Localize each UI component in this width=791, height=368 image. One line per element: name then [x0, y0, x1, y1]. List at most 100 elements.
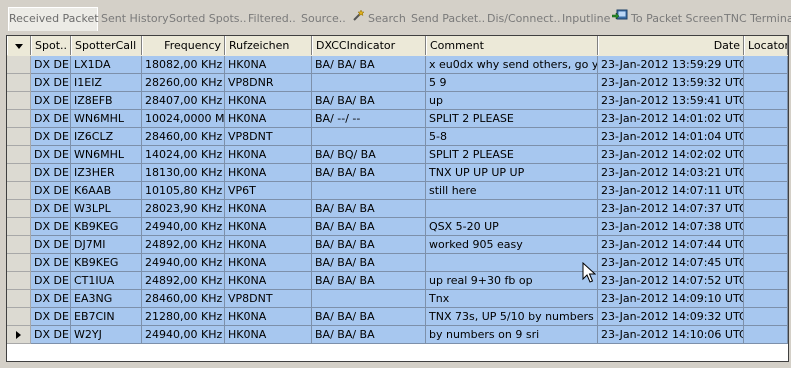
- comment-cell[interactable]: up: [426, 92, 598, 110]
- dxcc-indicator-cell[interactable]: BA/ BA/ BA: [312, 56, 426, 74]
- table-row[interactable]: DX DE EA3NG 28460,00 KHz VP8DNT Tnx 23-Jan-20…: [7, 290, 788, 308]
- date-cell[interactable]: 23-Jan-2012 13:59:32 UTC: [598, 74, 744, 92]
- comment-cell[interactable]: [426, 254, 598, 272]
- tab-tnc-terminal[interactable]: TNC Terminal: [724, 8, 791, 30]
- comment-cell[interactable]: SPLIT 2 PLEASE: [426, 110, 598, 128]
- spotter-call-cell[interactable]: WN6MHL: [71, 146, 142, 164]
- dxcc-indicator-cell[interactable]: BA/ BA/ BA: [312, 326, 426, 344]
- spot-type-cell[interactable]: DX DE: [31, 308, 71, 326]
- tab-sorted-spots[interactable]: Sorted Spots..: [169, 8, 247, 30]
- table-row[interactable]: DX DEWN6MHL10024,0000 M...HK0NABA/ --/ -…: [7, 110, 788, 128]
- spot-type-cell[interactable]: DX DE: [31, 146, 71, 164]
- tab-send-packet[interactable]: Send Packet..: [411, 8, 485, 30]
- dxcc-indicator-cell[interactable]: BA/ BQ/ BA: [312, 146, 426, 164]
- comment-cell[interactable]: 5-8: [426, 128, 598, 146]
- date-cell[interactable]: 23-Jan-2012 14:07:38 UTC: [598, 218, 744, 236]
- row-selector[interactable]: [7, 164, 31, 182]
- rufzeichen-cell[interactable]: VP6T: [225, 182, 312, 200]
- comment-cell[interactable]: Tnx: [426, 290, 598, 308]
- spot-type-cell[interactable]: DX DE: [31, 272, 71, 290]
- table-row[interactable]: DX DE EB7CIN 21280,00 KHz HK0NA BA/ BA/ BA TN…: [7, 308, 788, 326]
- rufzeichen-cell[interactable]: HK0NA: [225, 236, 312, 254]
- spotter-call-cell[interactable]: W2YJ: [71, 326, 142, 344]
- rufzeichen-cell[interactable]: HK0NA: [225, 200, 312, 218]
- rufzeichen-cell[interactable]: HK0NA: [225, 56, 312, 74]
- spotter-call-cell[interactable]: I1EIZ: [71, 74, 142, 92]
- spot-type-cell[interactable]: DX DE: [31, 254, 71, 272]
- tab-filtered[interactable]: Filtered..: [248, 8, 296, 30]
- locator-cell[interactable]: [744, 236, 788, 254]
- spot-type-cell[interactable]: DX DE: [31, 200, 71, 218]
- date-cell[interactable]: 23-Jan-2012 14:07:45 UTC: [598, 254, 744, 272]
- date-cell[interactable]: 23-Jan-2012 14:03:21 UTC: [598, 164, 744, 182]
- rufzeichen-cell[interactable]: HK0NA: [225, 326, 312, 344]
- spotter-call-cell[interactable]: K6AAB: [71, 182, 142, 200]
- dxcc-indicator-cell[interactable]: [312, 290, 426, 308]
- rufzeichen-cell[interactable]: HK0NA: [225, 308, 312, 326]
- frequency-cell[interactable]: 28023,90 KHz: [142, 200, 225, 218]
- spotter-call-cell[interactable]: IZ8EFB: [71, 92, 142, 110]
- date-cell[interactable]: 23-Jan-2012 14:09:32 UTC: [598, 308, 744, 326]
- locator-cell[interactable]: [744, 254, 788, 272]
- frequency-cell[interactable]: 28407,00 KHz: [142, 92, 225, 110]
- spotter-call-cell[interactable]: DJ7MI: [71, 236, 142, 254]
- frequency-cell[interactable]: 10105,80 KHz: [142, 182, 225, 200]
- row-selector[interactable]: [7, 326, 31, 344]
- row-selector[interactable]: [7, 218, 31, 236]
- date-cell[interactable]: 23-Jan-2012 14:07:37 UTC: [598, 200, 744, 218]
- rufzeichen-cell[interactable]: VP8DNT: [225, 128, 312, 146]
- rufzeichen-cell[interactable]: HK0NA: [225, 164, 312, 182]
- locator-cell[interactable]: [744, 182, 788, 200]
- table-row[interactable]: DX DE IZ8EFB 28407,00 KHz HK0NA BA/ BA/ BA up…: [7, 92, 788, 110]
- column-header-date[interactable]: Date: [598, 36, 744, 55]
- date-cell[interactable]: 23-Jan-2012 14:07:52 UTC: [598, 272, 744, 290]
- tab-sent-history[interactable]: Sent History: [101, 8, 169, 30]
- tab-source[interactable]: Source..: [301, 8, 346, 30]
- spot-type-cell[interactable]: DX DE: [31, 110, 71, 128]
- date-cell[interactable]: 23-Jan-2012 13:59:29 UTC: [598, 56, 744, 74]
- comment-cell[interactable]: by numbers on 9 sri: [426, 326, 598, 344]
- rufzeichen-cell[interactable]: HK0NA: [225, 110, 312, 128]
- packet-grid[interactable]: Spot.. SpotterCall Frequency Rufzeichen …: [6, 35, 789, 362]
- table-row[interactable]: DX DE IZ6CLZ 28460,00 KHz VP8DNT 5-8 23-Jan-2…: [7, 128, 788, 146]
- table-row[interactable]: DX DE WN6MHL 14024,00 KHz HK0NA BA/ BQ/ BA SP…: [7, 146, 788, 164]
- column-header-frequency[interactable]: Frequency: [142, 36, 225, 55]
- frequency-cell[interactable]: 24892,00 KHz: [142, 272, 225, 290]
- frequency-cell[interactable]: 28460,00 KHz: [142, 290, 225, 308]
- locator-cell[interactable]: [744, 146, 788, 164]
- rufzeichen-cell[interactable]: VP8DNT: [225, 290, 312, 308]
- table-row[interactable]: DX DE W2YJ 24940,00 KHz HK0NA BA/ BA/ BA by n…: [7, 326, 788, 344]
- spot-type-cell[interactable]: DX DE: [31, 182, 71, 200]
- tab-dis-connect[interactable]: Dis/Connect..: [487, 8, 560, 30]
- comment-cell[interactable]: worked 905 easy: [426, 236, 598, 254]
- date-cell[interactable]: 23-Jan-2012 14:07:44 UTC: [598, 236, 744, 254]
- frequency-cell[interactable]: 10024,0000 M...: [142, 110, 225, 128]
- rufzeichen-cell[interactable]: HK0NA: [225, 92, 312, 110]
- spotter-call-cell[interactable]: IZ6CLZ: [71, 128, 142, 146]
- spot-type-cell[interactable]: DX DE: [31, 326, 71, 344]
- comment-cell[interactable]: TNX 73s, UP 5/10 by numbers: [426, 308, 598, 326]
- rufzeichen-cell[interactable]: VP8DNR: [225, 74, 312, 92]
- locator-cell[interactable]: [744, 92, 788, 110]
- row-selector[interactable]: [7, 254, 31, 272]
- row-selector[interactable]: [7, 146, 31, 164]
- frequency-cell[interactable]: 18082,00 KHz: [142, 56, 225, 74]
- rufzeichen-cell[interactable]: HK0NA: [225, 254, 312, 272]
- locator-cell[interactable]: [744, 308, 788, 326]
- column-header-dxccindicator[interactable]: DXCCIndicator: [312, 36, 426, 55]
- dxcc-indicator-cell[interactable]: BA/ BA/ BA: [312, 254, 426, 272]
- column-header-comment[interactable]: Comment: [426, 36, 598, 55]
- spotter-call-cell[interactable]: CT1IUA: [71, 272, 142, 290]
- locator-cell[interactable]: [744, 164, 788, 182]
- table-row[interactable]: DX DE CT1IUA 24892,00 KHz HK0NA BA/ BA/ BA up…: [7, 272, 788, 290]
- locator-cell[interactable]: [744, 74, 788, 92]
- row-selector[interactable]: [7, 182, 31, 200]
- spotter-call-cell[interactable]: EA3NG: [71, 290, 142, 308]
- dxcc-indicator-cell[interactable]: [312, 74, 426, 92]
- comment-cell[interactable]: SPLIT 2 PLEASE: [426, 146, 598, 164]
- row-selector[interactable]: [7, 236, 31, 254]
- comment-cell[interactable]: QSX 5-20 UP: [426, 218, 598, 236]
- comment-cell[interactable]: still here: [426, 182, 598, 200]
- dxcc-indicator-cell[interactable]: BA/ BA/ BA: [312, 236, 426, 254]
- locator-cell[interactable]: [744, 56, 788, 74]
